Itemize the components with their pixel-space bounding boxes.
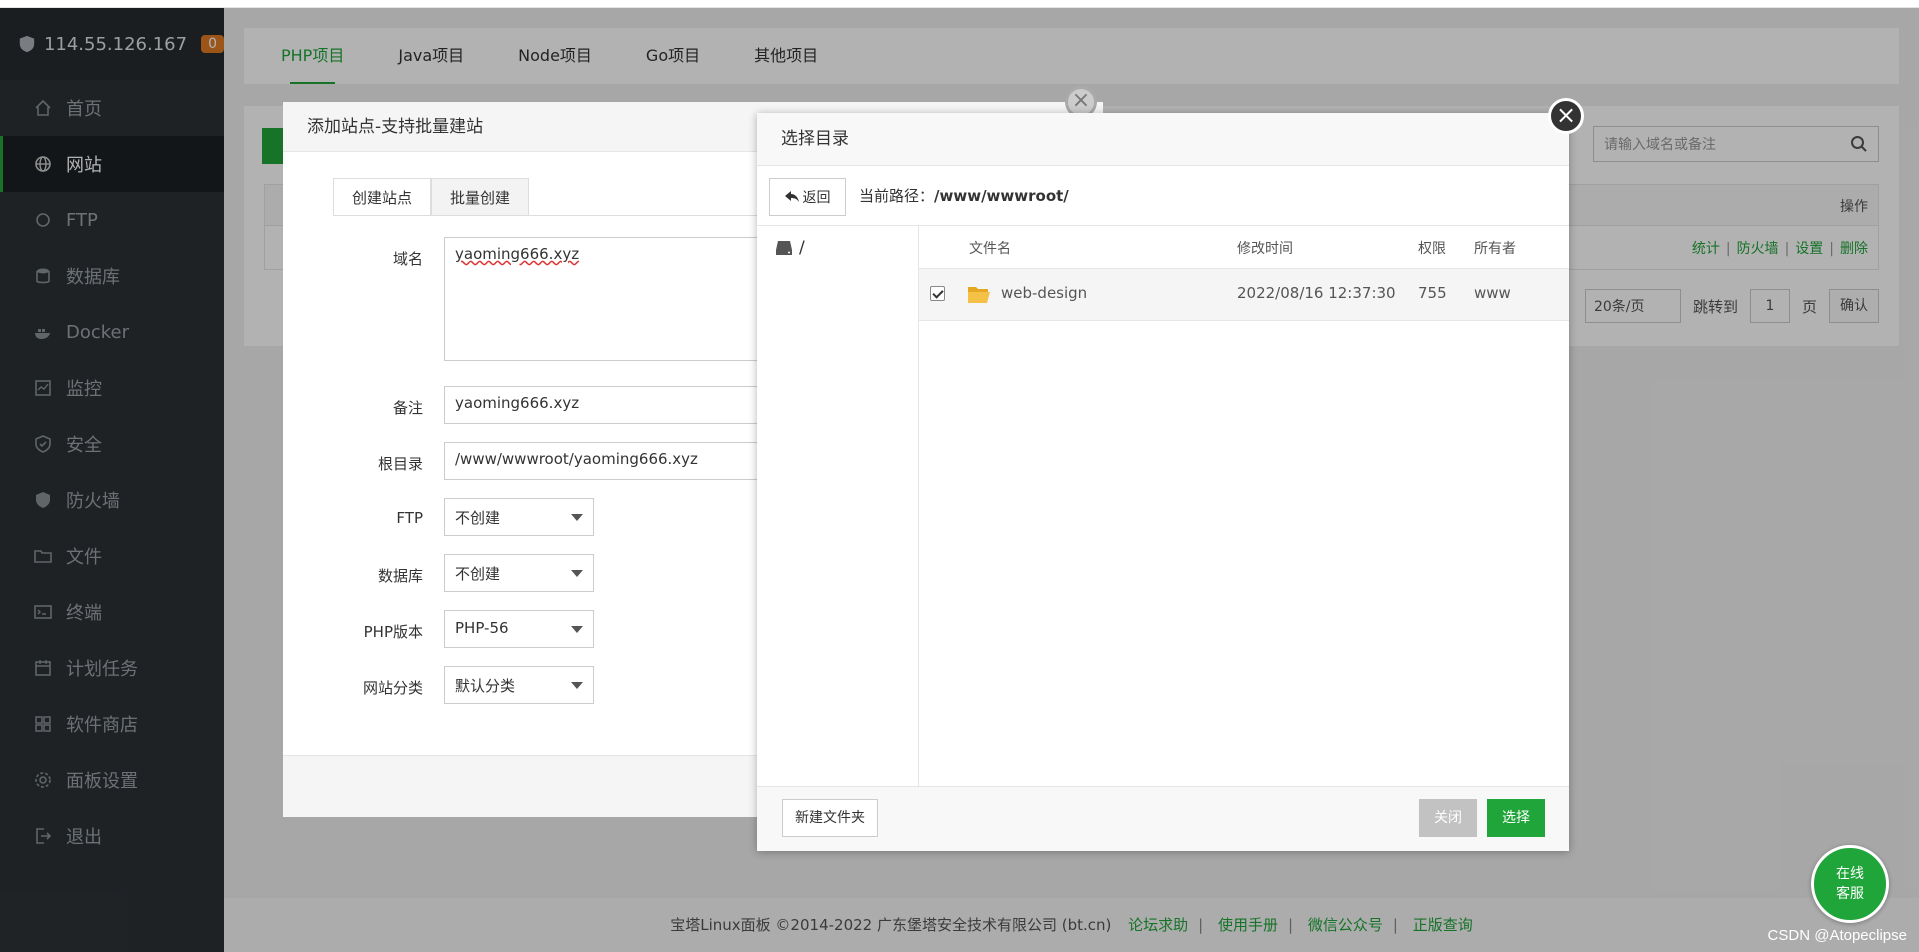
- tab-batch-create[interactable]: 批量创建: [431, 178, 530, 216]
- php-version-select[interactable]: PHP-56: [444, 610, 594, 648]
- drive-icon: [776, 241, 792, 255]
- top-strip: [0, 0, 1919, 8]
- col-name: 文件名: [969, 241, 1011, 257]
- note-label: 备注: [392, 399, 423, 417]
- file-list: 文件名 修改时间 权限 所有者 web-design 2022/08/16 12…: [919, 225, 1569, 786]
- caret-down-icon: [571, 682, 583, 689]
- folder-open-icon: [967, 284, 991, 308]
- file-owner: www: [1474, 284, 1511, 302]
- directory-tree: /: [757, 225, 919, 786]
- close-button[interactable]: 关闭: [1419, 799, 1477, 837]
- new-folder-button[interactable]: 新建文件夹: [782, 799, 878, 837]
- domain-label: 域名: [392, 250, 423, 268]
- caret-down-icon: [571, 570, 583, 577]
- ftp-label: FTP: [396, 509, 423, 527]
- service-line2: 客服: [1836, 886, 1864, 902]
- back-button[interactable]: 返回: [769, 178, 846, 216]
- file-perm: 755: [1418, 284, 1447, 302]
- category-select[interactable]: 默认分类: [444, 666, 594, 704]
- root-dir-label: 根目录: [377, 455, 423, 473]
- ftp-select[interactable]: 不创建: [444, 498, 594, 536]
- file-mtime: 2022/08/16 12:37:30: [1237, 284, 1396, 302]
- current-path-value: /www/wwwroot/: [934, 187, 1069, 205]
- php-version-value: PHP-56: [455, 619, 509, 637]
- service-line1: 在线: [1836, 866, 1864, 882]
- choose-directory-dialog: 选择目录 返回 当前路径：/www/wwwroot/ / 文件名 修改时间 权限…: [757, 113, 1569, 851]
- caret-down-icon: [571, 514, 583, 521]
- category-select-value: 默认分类: [455, 677, 516, 695]
- dialog-title: 选择目录: [757, 113, 1569, 166]
- category-label: 网站分类: [362, 679, 423, 697]
- table-row[interactable]: web-design 2022/08/16 12:37:30 755 www: [919, 269, 1569, 321]
- tab-create-site[interactable]: 创建站点: [333, 178, 432, 216]
- close-icon[interactable]: ×: [1548, 98, 1584, 134]
- tree-root[interactable]: /: [775, 238, 805, 258]
- tree-root-label: /: [799, 238, 805, 258]
- col-owner: 所有者: [1474, 241, 1516, 257]
- file-list-header: 文件名 修改时间 权限 所有者: [919, 226, 1569, 269]
- col-perm: 权限: [1418, 241, 1446, 257]
- col-mtime: 修改时间: [1237, 241, 1293, 257]
- current-path-label: 当前路径：: [859, 187, 935, 205]
- ftp-select-value: 不创建: [455, 509, 501, 527]
- online-service-button[interactable]: 在线 客服: [1811, 845, 1889, 923]
- add-site-tabs: 创建站点 批量创建: [333, 178, 530, 216]
- php-version-label: PHP版本: [363, 623, 423, 641]
- watermark: CSDN @Atopeclipse: [1767, 927, 1907, 944]
- current-path: 当前路径：/www/wwwroot/: [859, 185, 1069, 206]
- back-label: 返回: [802, 190, 831, 206]
- database-label: 数据库: [377, 567, 423, 585]
- row-checkbox[interactable]: [930, 286, 945, 301]
- caret-down-icon: [571, 626, 583, 633]
- file-name[interactable]: web-design: [1001, 284, 1087, 302]
- path-bar: 返回 当前路径：/www/wwwroot/: [757, 166, 1569, 225]
- select-button[interactable]: 选择: [1487, 799, 1545, 837]
- back-arrow-icon: [784, 191, 799, 202]
- database-select[interactable]: 不创建: [444, 554, 594, 592]
- dialog-footer: 新建文件夹 关闭 选择: [757, 786, 1569, 851]
- database-select-value: 不创建: [455, 565, 501, 583]
